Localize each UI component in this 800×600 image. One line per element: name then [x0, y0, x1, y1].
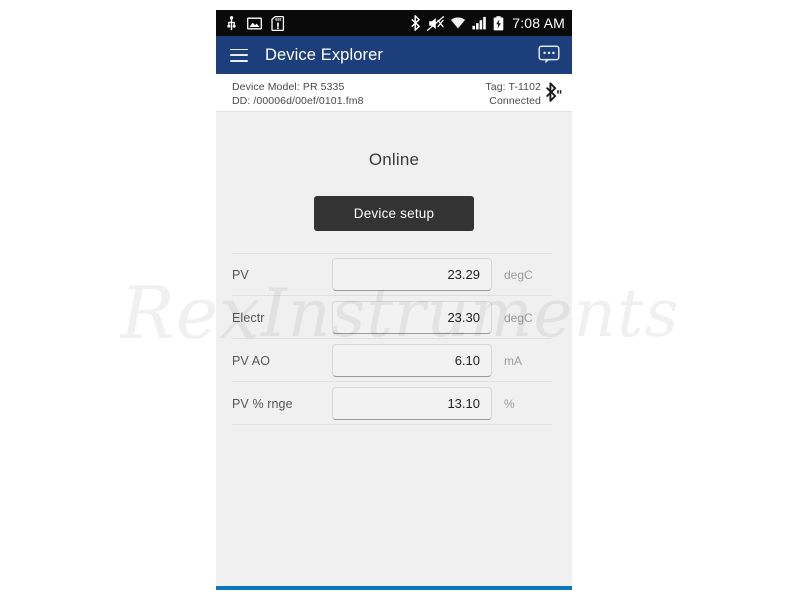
connection-status-text: Connected [489, 95, 541, 107]
device-tag-text: Tag: T-1102 [485, 81, 541, 93]
status-bar-right-icons: 7:08 AM [410, 15, 565, 31]
variable-value-input[interactable]: 6.10 [332, 344, 492, 377]
app-bar: Device Explorer [216, 36, 572, 74]
bluetooth-icon [411, 15, 421, 31]
sdcard-warning-icon [271, 15, 285, 31]
image-icon [247, 17, 262, 29]
variable-unit: degC [504, 310, 533, 325]
cancel-button[interactable]: Cancel [216, 586, 394, 590]
main-content: Online Device setup PV 23.29 degC Electr… [216, 112, 572, 586]
list-item: PV % rnge 13.10 % [216, 382, 572, 425]
wifi-icon [450, 16, 467, 30]
variable-label: Electr [232, 310, 265, 325]
device-info-right: Tag: T-1102 Connected [485, 81, 562, 107]
variable-unit: % [504, 396, 515, 411]
phone-screen: 7:08 AM Device Explorer Device Model: PR… [216, 10, 572, 590]
online-heading: Online [368, 150, 420, 169]
bottom-action-bar: Cancel Commit [216, 586, 572, 590]
device-info-right-text: Tag: T-1102 Connected [485, 81, 541, 107]
variable-value-input[interactable]: 13.10 [332, 387, 492, 420]
variable-list: PV 23.29 degC Electr 23.30 degC PV AO 6.… [216, 253, 572, 425]
battery-charging-icon [493, 15, 504, 30]
variable-value-input[interactable]: 23.30 [332, 301, 492, 334]
commit-button[interactable]: Commit [395, 586, 573, 590]
device-setup-button-wrap: Device setup [216, 196, 572, 231]
device-info-left: Device Model: PR 5335 DD: /00006d/00ef/0… [232, 81, 364, 107]
hamburger-menu-icon[interactable] [230, 48, 248, 62]
status-bar-clock: 7:08 AM [512, 15, 565, 31]
mute-icon [427, 15, 445, 31]
cellular-signal-icon [472, 16, 487, 30]
list-item: Electr 23.30 degC [216, 296, 572, 339]
variable-label: PV AO [232, 353, 271, 368]
variable-unit: degC [504, 267, 533, 282]
screenshot-canvas: Rex Instruments [0, 0, 800, 600]
device-dd-text: DD: /00006d/00ef/0101.fm8 [232, 95, 364, 107]
list-item: PV 23.29 degC [216, 253, 572, 296]
status-bar-left-icons [225, 15, 285, 31]
page-title: Device Explorer [265, 45, 383, 64]
variable-unit: mA [504, 353, 522, 368]
usb-icon [227, 15, 236, 30]
device-model-text: Device Model: PR 5335 [232, 81, 345, 93]
device-info-bar: Device Model: PR 5335 DD: /00006d/00ef/0… [216, 74, 572, 112]
variable-label: PV % rnge [232, 396, 293, 411]
message-bubble-icon[interactable] [538, 45, 560, 65]
status-bar: 7:08 AM [216, 10, 572, 36]
list-item: PV AO 6.10 mA [216, 339, 572, 382]
variable-value-input[interactable]: 23.29 [332, 258, 492, 291]
device-setup-button[interactable]: Device setup [314, 196, 474, 231]
bluetooth-connected-icon [546, 82, 562, 102]
variable-label: PV [232, 267, 249, 282]
